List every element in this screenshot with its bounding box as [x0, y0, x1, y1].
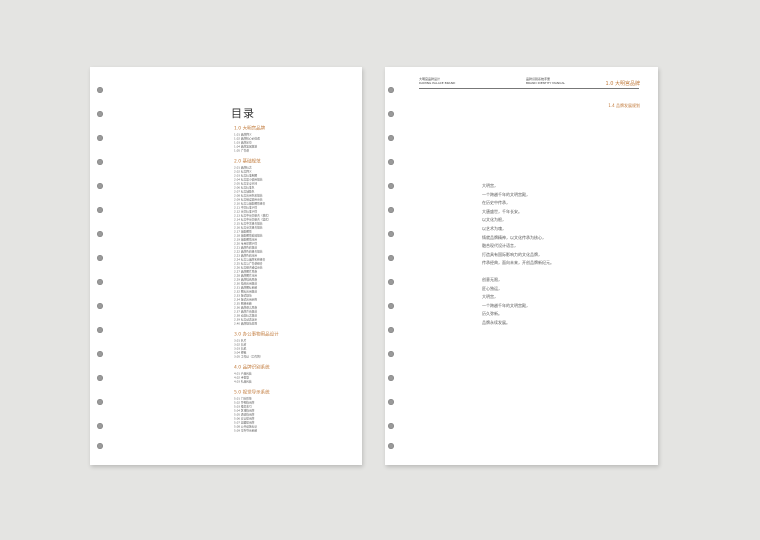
body-line: 铸就品牌精神，以文化传承为核心，	[482, 234, 546, 240]
body-line: 匠心独运，	[482, 285, 502, 291]
body-line: 创意无限，	[482, 276, 502, 282]
binder-hole	[388, 327, 394, 333]
header-right-line: BRAND IDENTITY MANUAL	[526, 81, 566, 85]
binder-hole	[97, 399, 103, 405]
binder-hole	[97, 159, 103, 165]
left-page: 目录 1.0 大明宫品牌 1.01 品牌释义 1.02 品牌核心价值观 1.03 品牌…	[90, 67, 362, 465]
body-line: 打造具有国际影响力的文化品牌，	[482, 251, 542, 257]
toc-item: 1.05 广告语	[234, 149, 249, 153]
header-divider	[419, 88, 639, 89]
body-line: 以艺术为魂，	[482, 225, 506, 231]
body-line: 一个跨越千年的文明宫殿，	[482, 191, 530, 197]
body-line: 大唐盛世，千年长安。	[482, 208, 522, 214]
binder-hole	[388, 255, 394, 261]
table-of-contents: 1.0 大明宫品牌 1.01 品牌释义 1.02 品牌核心价值观 1.03 品牌定位 1…	[234, 126, 344, 439]
binder-hole	[388, 443, 394, 449]
toc-section: 4.0 品牌识别系统 4.01 产品包装 4.02 手提袋 4.03 礼品包装	[234, 365, 344, 384]
body-line: 大明宫，	[482, 183, 498, 188]
toc-section-heading: 3.0 办公事物用品设计	[234, 332, 279, 338]
binder-hole	[388, 87, 394, 93]
binder-hole	[388, 399, 394, 405]
body-line: 融合现代设计语言，	[482, 243, 518, 249]
subsection-title: 1.4 品牌发展规划	[608, 103, 640, 108]
body-line: 传承经典，面向未来，开创品牌新纪元。	[482, 260, 554, 266]
header-right: 品牌识别系统手册 BRAND IDENTITY MANUAL	[526, 77, 586, 85]
binder-hole	[388, 423, 394, 429]
binder-hole	[388, 159, 394, 165]
binder-hole	[97, 183, 103, 189]
toc-section-heading: 1.0 大明宫品牌	[234, 126, 266, 132]
binder-hole	[97, 303, 103, 309]
body-line: 大明宫，	[482, 294, 498, 300]
toc-item: 4.03 礼品包装	[234, 380, 252, 384]
body-line: 历久弥新。	[482, 311, 502, 317]
binder-hole	[97, 351, 103, 357]
body-line: 在历史中传承，	[482, 200, 510, 206]
section-title: 1.0 大明宫品牌	[605, 81, 640, 87]
binder-hole	[97, 279, 103, 285]
toc-title: 目录	[231, 107, 255, 120]
binder-hole	[388, 207, 394, 213]
binder-hole	[388, 111, 394, 117]
binder-hole	[97, 231, 103, 237]
body-paragraph: 创意无限， 匠心独运， 大明宫， 一个跨越千年的文明宫殿， 历久弥新。品牌永续发展。	[482, 276, 632, 328]
binder-hole	[97, 327, 103, 333]
binder-hole	[97, 111, 103, 117]
binder-hole	[97, 135, 103, 141]
toc-item: 5.09 室外导示系统	[234, 429, 258, 433]
body-line: 一个跨越千年的文明宫殿，	[482, 302, 530, 308]
binder-hole	[388, 183, 394, 189]
body-line: 品牌永续发展。	[482, 319, 510, 325]
binder-hole	[388, 279, 394, 285]
toc-section: 3.0 办公事物用品设计 3.01 名片 3.02 信封 3.03 信纸 3.04 便笺…	[234, 332, 344, 359]
right-page: 大明宫品牌设计 DAMING PALACE BRAND 品牌识别系统手册 BRA…	[385, 67, 658, 465]
toc-section: 5.0 视觉导示系统 5.01 门头形象 5.02 导视指示牌 5.03 楼层索引 5.…	[234, 390, 344, 433]
binder-hole	[388, 303, 394, 309]
toc-section: 1.0 大明宫品牌 1.01 品牌释义 1.02 品牌核心价值观 1.03 品牌定位 1…	[234, 126, 344, 153]
binder-hole	[388, 375, 394, 381]
binder-hole	[388, 351, 394, 357]
toc-item: 3.05 工作证（工作牌）	[234, 355, 263, 359]
body-line: 以文化为根，	[482, 217, 506, 223]
header-left-line: DAMING PALACE BRAND	[419, 81, 456, 85]
binder-hole	[388, 231, 394, 237]
toc-item: 2.40 品牌规范总则	[234, 322, 258, 326]
binder-hole	[97, 87, 103, 93]
binder-hole	[97, 375, 103, 381]
toc-section-heading: 5.0 视觉导示系统	[234, 390, 270, 396]
binder-hole	[97, 443, 103, 449]
toc-section-heading: 4.0 品牌识别系统	[234, 365, 270, 371]
header-left: 大明宫品牌设计 DAMING PALACE BRAND	[419, 77, 479, 85]
binder-hole	[97, 255, 103, 261]
toc-section-heading: 2.0 基础规范	[234, 159, 261, 165]
body-text: 大明宫， 一个跨越千年的文明宫殿， 在历史中传承， 大唐盛世，千年长安。 以文化为根， 以…	[482, 182, 632, 336]
body-paragraph: 大明宫， 一个跨越千年的文明宫殿， 在历史中传承， 大唐盛世，千年长安。 以文化为根， 以…	[482, 182, 632, 268]
toc-section: 2.0 基础规范 2.01 品牌标志 2.02 标志释义 2.03 标志标准制图 2.0…	[234, 159, 344, 326]
binder-hole	[97, 207, 103, 213]
binder-hole	[97, 423, 103, 429]
binder-hole	[388, 135, 394, 141]
